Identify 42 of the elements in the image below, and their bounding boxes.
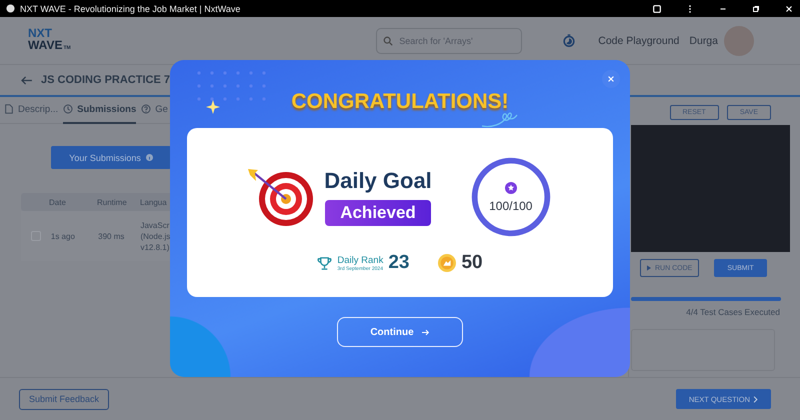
user-name[interactable]: Durga: [689, 34, 718, 46]
tab[interactable]: Submissions: [63, 96, 136, 124]
score-text: 100/100: [489, 198, 532, 212]
info-icon: [146, 154, 153, 161]
code-playground-link[interactable]: Code Playground: [598, 34, 680, 46]
close-button[interactable]: [602, 70, 620, 88]
arrow-right-icon: [422, 328, 430, 336]
your-submissions-button[interactable]: Your Submissions: [51, 146, 171, 169]
coin-count: 50: [461, 252, 483, 274]
achieved-badge: Achieved: [325, 200, 431, 226]
extension-icon[interactable]: [652, 4, 662, 14]
tab[interactable]: Descrip...: [4, 96, 58, 124]
coin-icon: [438, 254, 456, 272]
stopwatch-icon[interactable]: [562, 33, 576, 48]
column-header: Runtime: [97, 198, 128, 206]
rank-number: 23: [388, 252, 410, 274]
table-cell: JavaScr (Node.js v12.8.1): [140, 220, 171, 252]
help-icon: [141, 104, 152, 114]
document-icon: [4, 104, 14, 114]
table-cell-text: 390 ms: [98, 232, 126, 240]
test-result-text: 4/4 Test Cases Executed: [686, 307, 780, 317]
table-cell-text: 1s ago: [50, 232, 76, 240]
close-icon: [607, 75, 615, 83]
restore-icon[interactable]: [751, 4, 761, 14]
clock-icon: [63, 104, 74, 114]
play-icon: [647, 265, 651, 271]
rank-label: Daily Rank: [337, 254, 384, 266]
trophy-icon: [317, 256, 332, 270]
column-header: Langua: [140, 198, 168, 206]
page-title: JS CODING PRACTICE 7: [41, 74, 170, 86]
goal-title: Daily Goal: [324, 168, 432, 194]
column-header: Date: [49, 198, 67, 206]
dialog-title: CONGRATULATIONS!: [291, 90, 509, 114]
window-title: NXT WAVE - Revolutionizing the Job Market | NxtWave: [20, 4, 240, 14]
sparkle-icon: [206, 100, 220, 114]
tab[interactable]: Ge: [141, 96, 168, 124]
back-arrow-icon[interactable]: [20, 76, 33, 84]
continue-button[interactable]: Continue: [337, 317, 463, 347]
close-icon[interactable]: [784, 4, 794, 14]
chevron-right-icon: [753, 396, 758, 402]
submit-feedback-button[interactable]: Submit Feedback: [19, 388, 110, 410]
search-icon: [383, 36, 394, 46]
